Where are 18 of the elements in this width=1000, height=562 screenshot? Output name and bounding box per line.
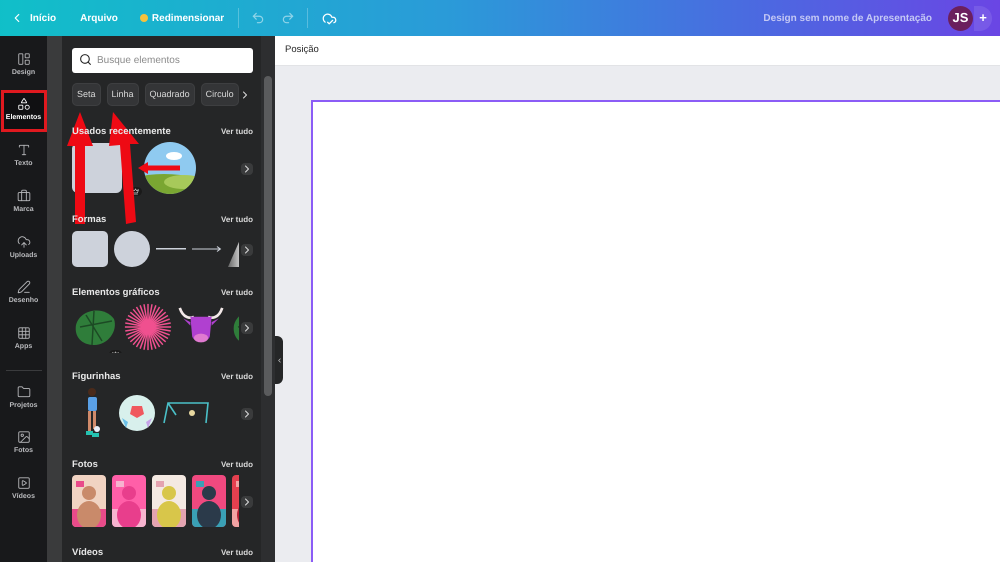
- section-title: Elementos gráficos: [72, 286, 160, 300]
- filter-chip[interactable]: Linha: [106, 83, 139, 106]
- section-title: Vídeos: [72, 546, 104, 560]
- see-all-link[interactable]: Ver tudo: [220, 214, 253, 226]
- see-all-link[interactable]: Ver tudo: [220, 370, 253, 383]
- filter-chip[interactable]: Circulo: [200, 83, 239, 106]
- see-all-link[interactable]: Ver tudo: [220, 286, 253, 299]
- position-button[interactable]: Posição: [285, 43, 319, 58]
- avatar[interactable]: JS: [948, 6, 973, 30]
- see-all-link[interactable]: Ver tudo: [220, 547, 253, 560]
- see-all-link[interactable]: Ver tudo: [220, 126, 253, 138]
- filter-chip[interactable]: Seta: [72, 83, 101, 106]
- add-button[interactable]: +: [974, 6, 992, 30]
- filter-chip[interactable]: Quadrado: [144, 83, 195, 106]
- search-field[interactable]: Busque elementos: [72, 48, 253, 73]
- section-title: Fotos: [72, 458, 98, 472]
- see-all-link[interactable]: Ver tudo: [220, 459, 253, 472]
- section-title: Figurinhas: [72, 370, 121, 384]
